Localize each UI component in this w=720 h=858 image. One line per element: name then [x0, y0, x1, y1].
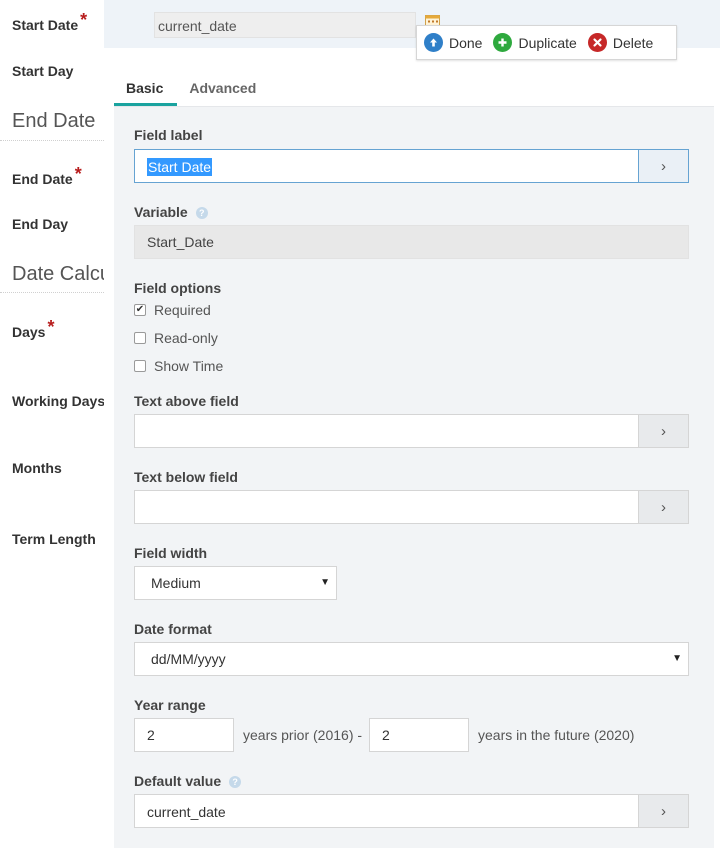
default-value-heading: Default value?: [134, 773, 242, 789]
read-only-checkbox[interactable]: Read-only: [134, 330, 218, 346]
text-below-input[interactable]: ›: [134, 490, 689, 524]
years-future-text: years in the future (2020): [478, 727, 635, 743]
field-label-days[interactable]: Days *: [12, 317, 54, 342]
field-label-working-days[interactable]: Months: [12, 460, 62, 476]
variable-field: Start_Date: [134, 225, 689, 259]
variable-heading: Variable?: [134, 204, 208, 220]
arrow-up-icon: [424, 33, 443, 52]
field-label-days-2[interactable]: Working Days: [12, 390, 107, 411]
date-format-select[interactable]: dd/MM/yyyy ▼: [134, 642, 689, 676]
field-editor-panel: Basic Advanced Field label Start Date › …: [104, 64, 720, 858]
default-value-input[interactable]: current_date ›: [134, 794, 689, 828]
checkbox-icon: [134, 360, 146, 372]
field-width-select[interactable]: Medium ▼: [134, 566, 337, 600]
field-options-heading: Field options: [134, 280, 222, 296]
text-above-heading: Text above field: [134, 393, 239, 409]
question-icon[interactable]: ?: [229, 776, 242, 788]
duplicate-button[interactable]: Duplicate: [493, 33, 577, 52]
basic-settings: Field label Start Date › Variable? Start…: [114, 106, 714, 848]
chevron-right-icon[interactable]: ›: [638, 415, 688, 447]
chevron-right-icon[interactable]: ›: [638, 150, 688, 182]
date-format-heading: Date format: [134, 621, 212, 637]
field-label-value: Start Date: [147, 158, 213, 176]
field-width-heading: Field width: [134, 545, 208, 561]
year-range-heading: Year range: [134, 697, 206, 713]
text-above-input[interactable]: ›: [134, 414, 689, 448]
question-icon[interactable]: ?: [195, 207, 208, 219]
years-prior-input[interactable]: 2: [134, 718, 234, 752]
field-label-input[interactable]: Start Date ›: [134, 149, 689, 183]
close-icon: [587, 33, 607, 52]
required-checkbox[interactable]: ✔ Required: [134, 302, 211, 318]
done-button[interactable]: Done: [424, 33, 482, 52]
caret-down-icon: ▼: [672, 653, 682, 664]
field-label-heading: Field label: [134, 127, 203, 143]
chevron-right-icon[interactable]: ›: [638, 491, 688, 523]
field-label-start-date[interactable]: Start Date *: [12, 10, 87, 35]
plus-icon: [493, 33, 513, 52]
show-time-checkbox[interactable]: Show Time: [134, 358, 223, 374]
editor-tabs: Basic Advanced: [114, 74, 270, 106]
delete-button[interactable]: Delete: [587, 33, 653, 52]
text-below-heading: Text below field: [134, 469, 238, 485]
section-heading-date-calculations: Date Calculations: [12, 263, 104, 285]
field-action-bar: Done Duplicate Delete: [416, 25, 677, 60]
section-divider: [0, 292, 104, 293]
caret-down-icon: ▼: [320, 577, 330, 588]
tab-advanced[interactable]: Advanced: [177, 74, 270, 106]
start-date-input[interactable]: current_date: [154, 12, 416, 38]
tab-basic[interactable]: Basic: [114, 74, 178, 106]
required-asterisk: *: [80, 10, 88, 30]
chevron-right-icon[interactable]: ›: [638, 795, 688, 827]
field-label-end-date[interactable]: End Date *: [12, 164, 82, 189]
checkbox-icon: [134, 332, 146, 344]
years-future-input[interactable]: 2: [369, 718, 469, 752]
required-asterisk: *: [47, 317, 55, 337]
field-label-months[interactable]: Term Length: [12, 528, 98, 549]
field-label-end-day[interactable]: End Day: [12, 216, 68, 232]
required-asterisk: *: [74, 164, 82, 184]
checkbox-checked-icon: ✔: [134, 304, 146, 316]
section-divider: [0, 140, 104, 141]
years-prior-text: years prior (2016) -: [243, 727, 363, 743]
section-heading-end-date: End Date: [12, 110, 96, 132]
field-label-start-day[interactable]: Start Day: [12, 63, 73, 79]
